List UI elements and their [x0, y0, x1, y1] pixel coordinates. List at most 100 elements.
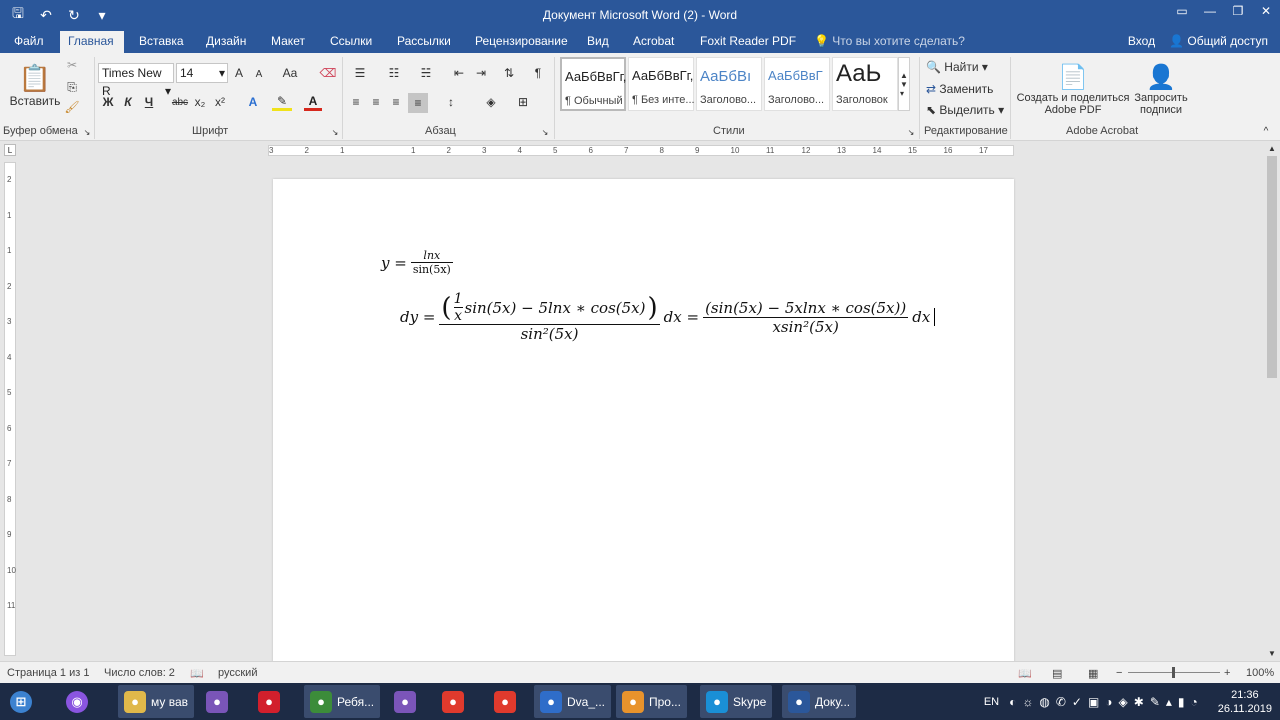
taskbar-item[interactable]: ●	[488, 685, 522, 718]
styles-scroll-icon[interactable]: ▲ ▼ ▾	[898, 57, 910, 111]
numbering-icon[interactable]: ☷	[382, 65, 406, 81]
strikethrough-button[interactable]: abc	[170, 93, 190, 111]
subscript-button[interactable]: x₂	[192, 93, 208, 111]
font-size-select[interactable]: 14 ▾	[176, 63, 228, 83]
align-right-icon[interactable]: ≡	[388, 93, 404, 111]
text-effects-icon[interactable]: A	[244, 93, 262, 111]
multilevel-list-icon[interactable]: ☵	[414, 65, 438, 81]
taskbar-item[interactable]: ● му вав	[118, 685, 195, 718]
cut-icon[interactable]: ✂	[64, 57, 80, 73]
tab-insert[interactable]: Вставка	[131, 31, 192, 53]
vertical-ruler[interactable]: 2 1 1 2 3 4 5 6 7 8 9 10 11	[4, 162, 16, 656]
page-count[interactable]: Страница 1 из 1	[7, 667, 89, 679]
clipboard-launcher-icon[interactable]: ↘	[82, 127, 92, 137]
request-signatures-button[interactable]: 👤 Запросить подписи	[1130, 57, 1192, 121]
clock[interactable]: 21:36 26.11.2019	[1210, 688, 1280, 716]
bullets-icon[interactable]: ☰	[348, 65, 372, 81]
horizontal-ruler[interactable]: 3 2 1 1 2 3 4 5 6 7 8 9 10 11 12 13 14 15 16 17	[268, 145, 1014, 156]
tab-acrobat[interactable]: Acrobat	[625, 31, 682, 53]
grow-font-button[interactable]: A	[232, 65, 246, 81]
shrink-font-button[interactable]: A	[252, 67, 266, 81]
word-count[interactable]: Число слов: 2	[104, 667, 175, 679]
italic-button[interactable]: К	[120, 93, 136, 111]
taskbar-item[interactable]: ●	[252, 685, 286, 718]
style-title[interactable]: АаЬ Заголовок	[832, 57, 898, 111]
taskbar-item[interactable]: ● Dva_...	[534, 685, 612, 718]
font-launcher-icon[interactable]: ↘	[330, 127, 340, 137]
underline-button[interactable]: Ч	[140, 93, 158, 111]
tell-me-box[interactable]: 💡 Что вы хотите сделать?	[806, 31, 973, 53]
copy-icon[interactable]: ⎘	[64, 79, 80, 95]
highlight-icon[interactable]: ✎	[272, 93, 292, 111]
tab-references[interactable]: Ссылки	[322, 31, 380, 53]
login-link[interactable]: Вход	[1128, 34, 1155, 48]
taskbar-item[interactable]: ●	[388, 685, 422, 718]
decrease-indent-icon[interactable]: ⇤	[450, 65, 468, 81]
document-page[interactable]: y = lnx sin(5x) dy = ( 1 x sin(5x) − 5ln…	[273, 179, 1014, 661]
show-marks-icon[interactable]: ¶	[530, 65, 546, 81]
clear-formatting-icon[interactable]: ⌫	[320, 65, 337, 81]
find-button[interactable]: 🔍 Найти ▾	[926, 59, 988, 75]
ribbon-display-icon[interactable]: ▭	[1168, 0, 1196, 22]
align-left-icon[interactable]: ≡	[348, 93, 364, 111]
tab-home[interactable]: Главная	[60, 31, 124, 53]
create-share-pdf-button[interactable]: 📄 Создать и поделиться Adobe PDF	[1016, 57, 1130, 121]
web-layout-icon[interactable]: ▦	[1088, 667, 1098, 680]
align-center-icon[interactable]: ≡	[368, 93, 384, 111]
style-heading-1[interactable]: АаБбВı Заголово...	[696, 57, 762, 111]
select-button[interactable]: ⬉ Выделить ▾	[926, 102, 1004, 118]
proofing-icon[interactable]: 📖	[190, 667, 204, 680]
zoom-in-icon[interactable]: +	[1224, 667, 1230, 679]
tab-mailings[interactable]: Рассылки	[389, 31, 459, 53]
tab-view[interactable]: Вид	[579, 31, 617, 53]
style-heading-2[interactable]: АаБбВвГ Заголово...	[764, 57, 830, 111]
tab-layout[interactable]: Макет	[263, 31, 313, 53]
line-spacing-icon[interactable]: ↕	[440, 93, 462, 111]
zoom-level[interactable]: 100%	[1246, 667, 1274, 679]
tray-icons[interactable]: ◐☼◍✆✓▣◑◈✱✎▴▮◔	[1009, 695, 1210, 709]
taskbar-item[interactable]: ●	[436, 685, 470, 718]
collapse-ribbon-icon[interactable]: ^	[1260, 125, 1272, 137]
taskbar-alice[interactable]: ◉	[60, 685, 94, 718]
read-mode-icon[interactable]: 📖	[1018, 667, 1032, 680]
zoom-slider-thumb[interactable]	[1172, 667, 1175, 678]
close-icon[interactable]: ✕	[1252, 0, 1280, 22]
paste-button[interactable]: 📋 Вставить	[10, 57, 61, 113]
font-color-icon[interactable]: A	[304, 93, 322, 111]
tab-review[interactable]: Рецензирование	[467, 31, 576, 53]
tab-file[interactable]: Файл	[6, 31, 52, 53]
paragraph-launcher-icon[interactable]: ↘	[540, 127, 550, 137]
equation-1[interactable]: y = lnx sin(5x)	[381, 249, 453, 276]
shading-icon[interactable]: ◈	[480, 93, 502, 111]
scroll-up-icon[interactable]: ▲	[1267, 142, 1277, 154]
style-normal[interactable]: АаБбВвГг, ¶ Обычный	[560, 57, 626, 111]
start-button[interactable]: ⊞	[4, 685, 38, 718]
superscript-button[interactable]: x²	[212, 93, 228, 111]
font-name-select[interactable]: Times New R ▾	[98, 63, 174, 98]
tab-foxit[interactable]: Foxit Reader PDF	[692, 31, 804, 53]
minimize-icon[interactable]: —	[1196, 0, 1224, 22]
replace-button[interactable]: ⇄ Заменить	[926, 81, 993, 97]
share-button[interactable]: 👤 Общий доступ	[1169, 34, 1268, 48]
increase-indent-icon[interactable]: ⇥	[472, 65, 490, 81]
equation-2[interactable]: dy = ( 1 x sin(5x) − 5lnx ∗ cos(5x) ) si…	[400, 291, 936, 343]
language-indicator[interactable]: русский	[218, 667, 257, 679]
change-case-button[interactable]: Aa	[278, 65, 302, 81]
styles-launcher-icon[interactable]: ↘	[906, 127, 916, 137]
taskbar-item[interactable]: ● Доку...	[782, 685, 857, 718]
taskbar-item[interactable]: ●	[200, 685, 234, 718]
taskbar-item[interactable]: ● Ребя...	[304, 685, 381, 718]
sort-icon[interactable]: ⇅	[500, 65, 518, 81]
scroll-down-icon[interactable]: ▼	[1267, 647, 1277, 659]
vertical-scrollbar[interactable]: ▲ ▼	[1264, 142, 1280, 661]
zoom-out-icon[interactable]: −	[1116, 667, 1122, 679]
borders-icon[interactable]: ⊞	[512, 93, 534, 111]
taskbar-item[interactable]: ● Skype	[700, 685, 773, 718]
justify-icon[interactable]: ≡	[408, 93, 428, 113]
restore-icon[interactable]: ❐	[1224, 0, 1252, 22]
bold-button[interactable]: Ж	[100, 93, 116, 111]
tab-design[interactable]: Дизайн	[198, 31, 254, 53]
tab-selector-icon[interactable]: L	[4, 144, 16, 156]
print-layout-icon[interactable]: ▤	[1052, 667, 1062, 680]
taskbar-item[interactable]: ● Про...	[616, 685, 687, 718]
